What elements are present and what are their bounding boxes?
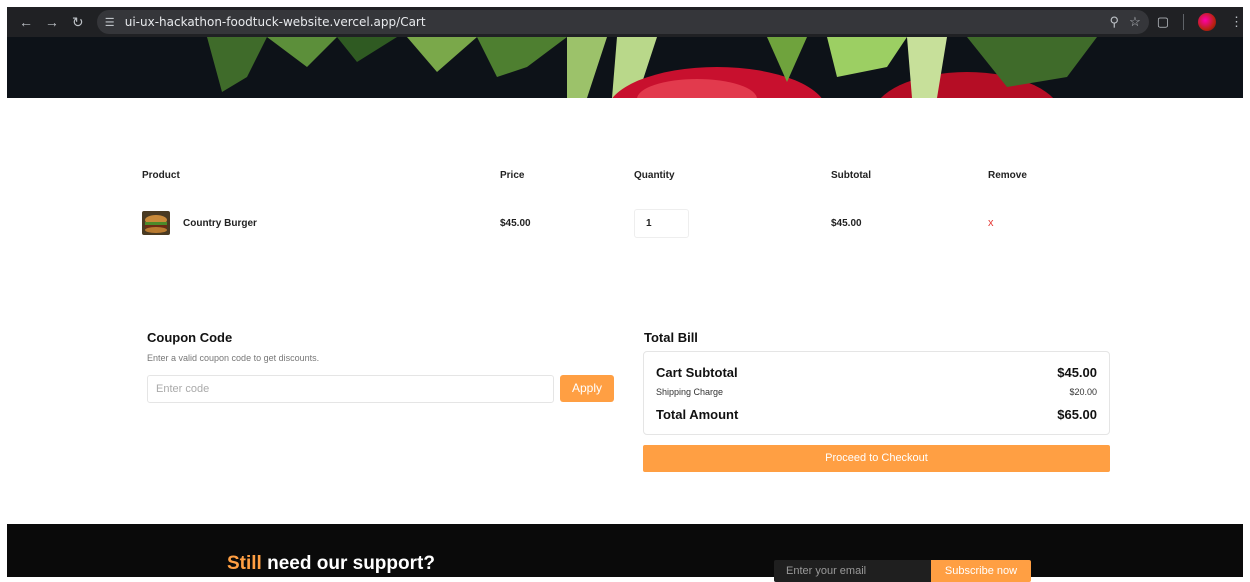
menu-icon[interactable]: ⋮	[1230, 14, 1243, 30]
apply-coupon-button[interactable]: Apply	[560, 375, 614, 402]
cart-subtotal-label: Cart Subtotal	[656, 365, 738, 380]
subscribe-button[interactable]: Subscribe now	[931, 560, 1031, 582]
column-header-product: Product	[142, 170, 180, 181]
column-header-remove: Remove	[988, 170, 1027, 181]
zoom-icon[interactable]: ⚲	[1110, 14, 1120, 30]
newsletter-email-input[interactable]: Enter your email	[774, 560, 931, 582]
footer-newsletter: Still need our support? Enter your email…	[7, 524, 1243, 582]
forward-icon[interactable]: →	[39, 9, 65, 35]
shipping-row: Shipping Charge $20.00	[656, 387, 1097, 397]
cart-subtotal-row: Cart Subtotal $45.00	[656, 365, 1097, 380]
column-header-price: Price	[500, 170, 525, 181]
footer-title-rest: need our support?	[261, 553, 435, 574]
site-settings-icon[interactable]: ☰	[105, 16, 123, 29]
address-bar[interactable]: ☰ ui-ux-hackathon-foodtuck-website.verce…	[96, 10, 1149, 34]
hero-banner-image	[7, 37, 1243, 98]
shipping-label: Shipping Charge	[656, 387, 724, 397]
extensions-icon[interactable]: ▢	[1157, 14, 1169, 30]
coupon-code-input[interactable]: Enter code	[147, 375, 554, 403]
bill-summary-box: Cart Subtotal $45.00 Shipping Charge $20…	[643, 351, 1110, 435]
browser-toolbar: ← → ↻ ☰ ui-ux-hackathon-foodtuck-website…	[7, 7, 1243, 37]
product-price: $45.00	[500, 218, 531, 229]
footer-title-accent: Still	[227, 553, 262, 574]
product-subtotal: $45.00	[831, 218, 862, 229]
back-icon[interactable]: ←	[13, 9, 39, 35]
proceed-to-checkout-button[interactable]: Proceed to Checkout	[643, 445, 1110, 472]
product-thumbnail	[142, 211, 170, 235]
coupon-subtitle: Enter a valid coupon code to get discoun…	[147, 353, 320, 363]
coupon-title: Coupon Code	[147, 330, 233, 345]
reload-icon[interactable]: ↻	[65, 9, 91, 35]
quantity-input[interactable]: 1	[634, 209, 689, 238]
bookmark-star-icon[interactable]: ☆	[1129, 14, 1141, 30]
url-text[interactable]: ui-ux-hackathon-foodtuck-website.vercel.…	[125, 15, 426, 29]
toolbar-divider	[1183, 14, 1185, 30]
total-bill-title: Total Bill	[644, 330, 698, 345]
column-header-quantity: Quantity	[634, 170, 675, 181]
profile-avatar[interactable]	[1198, 13, 1217, 31]
product-name[interactable]: Country Burger	[183, 218, 257, 229]
column-header-subtotal: Subtotal	[831, 170, 871, 181]
total-amount-value: $65.00	[1057, 407, 1097, 422]
shipping-value: $20.00	[1069, 387, 1097, 397]
total-amount-row: Total Amount $65.00	[656, 407, 1097, 422]
remove-item-icon[interactable]: x	[988, 217, 994, 229]
footer-title: Still need our support?	[227, 553, 435, 575]
cart-subtotal-value: $45.00	[1057, 365, 1097, 380]
total-amount-label: Total Amount	[656, 407, 739, 422]
